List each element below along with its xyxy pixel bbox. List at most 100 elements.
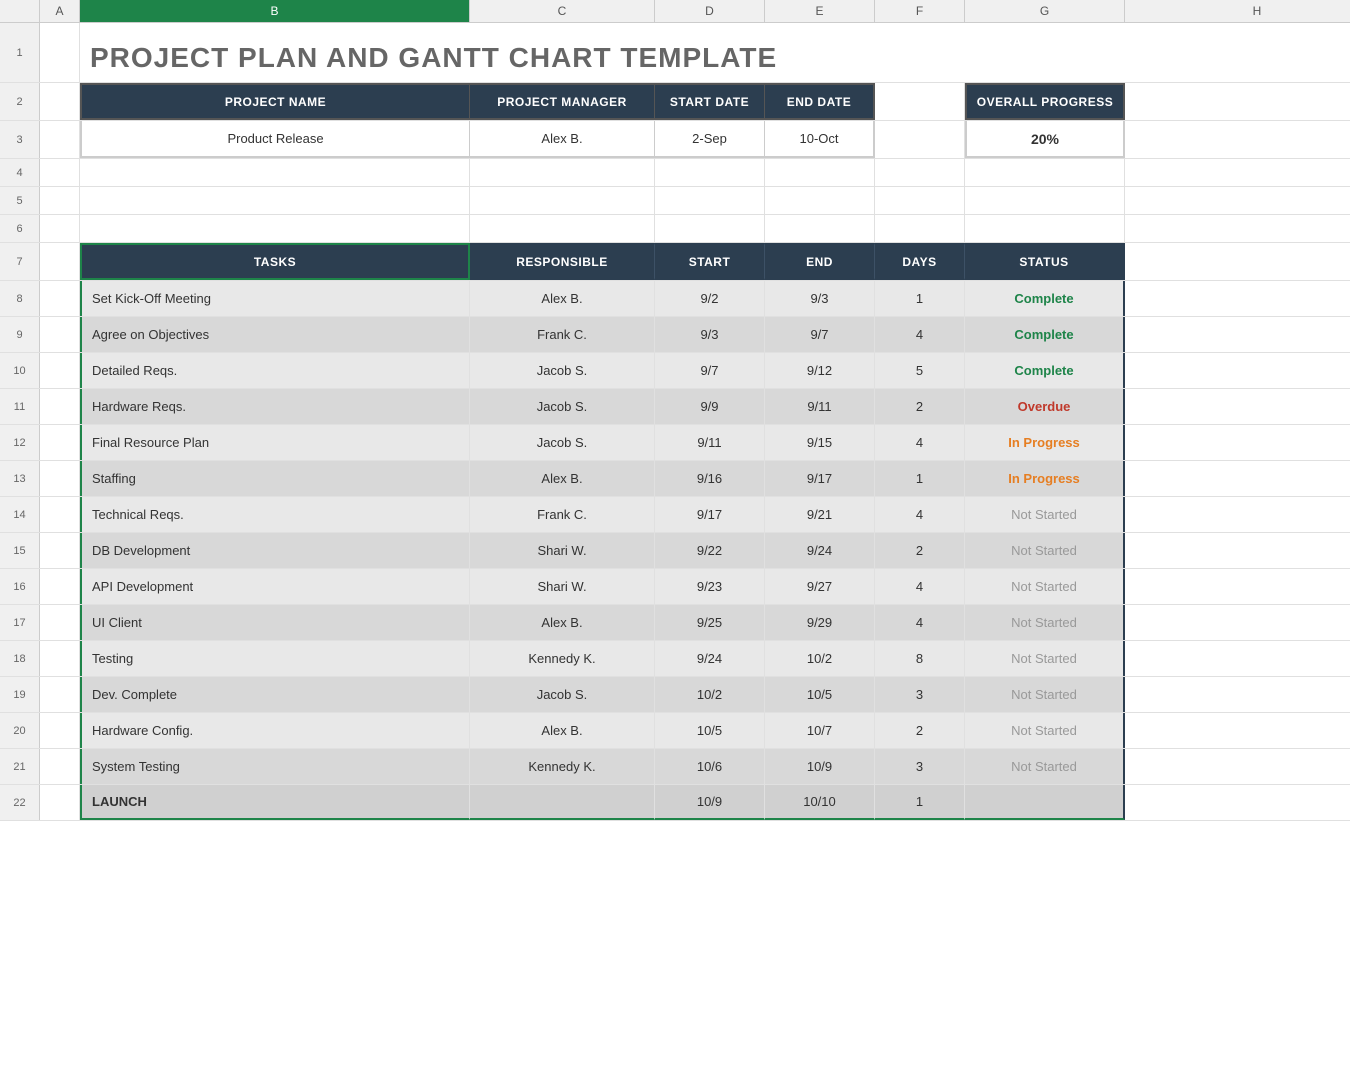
rownum-14: 14 bbox=[0, 497, 40, 532]
row-19: 19 Dev. Complete Jacob S. 10/2 10/5 3 No… bbox=[0, 677, 1350, 713]
cell-f21-days: 3 bbox=[875, 749, 965, 784]
rownum-4: 4 bbox=[0, 159, 40, 186]
cell-g2-progress-header: OVERALL PROGRESS bbox=[965, 83, 1125, 120]
cell-h9 bbox=[1125, 317, 1350, 352]
cell-a10 bbox=[40, 353, 80, 388]
cell-c20-responsible: Alex B. bbox=[470, 713, 655, 748]
row-3: 3 Product Release Alex B. 2-Sep 10-Oct 2… bbox=[0, 121, 1350, 159]
cell-d16-start: 9/23 bbox=[655, 569, 765, 604]
cell-h19 bbox=[1125, 677, 1350, 712]
cell-c15-responsible: Shari W. bbox=[470, 533, 655, 568]
cell-c18-responsible: Kennedy K. bbox=[470, 641, 655, 676]
cell-e19-end: 10/5 bbox=[765, 677, 875, 712]
cell-c7-responsible-header: RESPONSIBLE bbox=[470, 243, 655, 280]
cell-a11 bbox=[40, 389, 80, 424]
cell-b2-projname-header: PROJECT NAME bbox=[80, 83, 470, 120]
rownum-7: 7 bbox=[0, 243, 40, 280]
cell-b7-tasks-header: TASKS bbox=[80, 243, 470, 280]
cell-g6 bbox=[965, 215, 1125, 242]
cell-d17-start: 9/25 bbox=[655, 605, 765, 640]
cell-g19-status: Not Started bbox=[965, 677, 1125, 712]
cell-h8 bbox=[1125, 281, 1350, 316]
cell-g17-status: Not Started bbox=[965, 605, 1125, 640]
cell-e2-end-header: END DATE bbox=[765, 83, 875, 120]
cell-d3-start-val: 2-Sep bbox=[655, 121, 765, 158]
rownum-10: 10 bbox=[0, 353, 40, 388]
cell-f11-days: 2 bbox=[875, 389, 965, 424]
cell-b11-task: Hardware Reqs. bbox=[80, 389, 470, 424]
cell-a14 bbox=[40, 497, 80, 532]
cell-h4 bbox=[1125, 159, 1350, 186]
cell-c8-responsible: Alex B. bbox=[470, 281, 655, 316]
cell-c5 bbox=[470, 187, 655, 214]
cell-d22-start: 10/9 bbox=[655, 785, 765, 820]
cell-g7-status-header: STATUS bbox=[965, 243, 1125, 280]
cell-h3 bbox=[1125, 121, 1350, 158]
cell-e14-end: 9/21 bbox=[765, 497, 875, 532]
cell-f4 bbox=[875, 159, 965, 186]
cell-f12-days: 4 bbox=[875, 425, 965, 460]
cell-g16-status: Not Started bbox=[965, 569, 1125, 604]
cell-c13-responsible: Alex B. bbox=[470, 461, 655, 496]
cell-h15 bbox=[1125, 533, 1350, 568]
row-18: 18 Testing Kennedy K. 9/24 10/2 8 Not St… bbox=[0, 641, 1350, 677]
col-header-f[interactable]: F bbox=[875, 0, 965, 22]
cell-b16-task: API Development bbox=[80, 569, 470, 604]
col-header-e[interactable]: E bbox=[765, 0, 875, 22]
cell-g10-status: Complete bbox=[965, 353, 1125, 388]
cell-b1-title: PROJECT PLAN AND GANTT CHART TEMPLATE bbox=[80, 23, 815, 82]
cell-d19-start: 10/2 bbox=[655, 677, 765, 712]
cell-e9-end: 9/7 bbox=[765, 317, 875, 352]
cell-g15-status: Not Started bbox=[965, 533, 1125, 568]
rownum-11: 11 bbox=[0, 389, 40, 424]
rownum-16: 16 bbox=[0, 569, 40, 604]
cell-g22-status bbox=[965, 785, 1125, 820]
rownum-6: 6 bbox=[0, 215, 40, 242]
col-header-a[interactable]: A bbox=[40, 0, 80, 22]
cell-d6 bbox=[655, 215, 765, 242]
cell-e11-end: 9/11 bbox=[765, 389, 875, 424]
cell-b18-task: Testing bbox=[80, 641, 470, 676]
cell-h7 bbox=[1125, 243, 1350, 280]
col-header-b[interactable]: B bbox=[80, 0, 470, 22]
cell-d10-start: 9/7 bbox=[655, 353, 765, 388]
cell-g20-status: Not Started bbox=[965, 713, 1125, 748]
cell-b10-task: Detailed Reqs. bbox=[80, 353, 470, 388]
cell-a16 bbox=[40, 569, 80, 604]
rownum-21: 21 bbox=[0, 749, 40, 784]
row-9: 9 Agree on Objectives Frank C. 9/3 9/7 4… bbox=[0, 317, 1350, 353]
cell-a18 bbox=[40, 641, 80, 676]
rownum-8: 8 bbox=[0, 281, 40, 316]
cell-g1 bbox=[815, 23, 1080, 82]
rownum-22: 22 bbox=[0, 785, 40, 820]
cell-g11-status: Overdue bbox=[965, 389, 1125, 424]
col-header-h[interactable]: H bbox=[1125, 0, 1350, 22]
cell-e3-end-val: 10-Oct bbox=[765, 121, 875, 158]
cell-g5 bbox=[965, 187, 1125, 214]
row-14: 14 Technical Reqs. Frank C. 9/17 9/21 4 … bbox=[0, 497, 1350, 533]
column-headers: A B C D E F G H bbox=[0, 0, 1350, 23]
col-header-d[interactable]: D bbox=[655, 0, 765, 22]
cell-g4 bbox=[965, 159, 1125, 186]
cell-a5 bbox=[40, 187, 80, 214]
cell-d5 bbox=[655, 187, 765, 214]
col-header-g[interactable]: G bbox=[965, 0, 1125, 22]
cell-f2 bbox=[875, 83, 965, 120]
cell-d15-start: 9/22 bbox=[655, 533, 765, 568]
cell-d2-start-header: START DATE bbox=[655, 83, 765, 120]
cell-e8-end: 9/3 bbox=[765, 281, 875, 316]
rownum-2: 2 bbox=[0, 83, 40, 120]
rownum-19: 19 bbox=[0, 677, 40, 712]
cell-d21-start: 10/6 bbox=[655, 749, 765, 784]
cell-g9-status: Complete bbox=[965, 317, 1125, 352]
cell-b8-task: Set Kick-Off Meeting bbox=[80, 281, 470, 316]
col-header-c[interactable]: C bbox=[470, 0, 655, 22]
cell-h10 bbox=[1125, 353, 1350, 388]
cell-h2 bbox=[1125, 83, 1350, 120]
cell-f5 bbox=[875, 187, 965, 214]
cell-e15-end: 9/24 bbox=[765, 533, 875, 568]
cell-a12 bbox=[40, 425, 80, 460]
cell-h22 bbox=[1125, 785, 1350, 820]
spreadsheet-title: PROJECT PLAN AND GANTT CHART TEMPLATE bbox=[90, 42, 777, 74]
rownum-9: 9 bbox=[0, 317, 40, 352]
